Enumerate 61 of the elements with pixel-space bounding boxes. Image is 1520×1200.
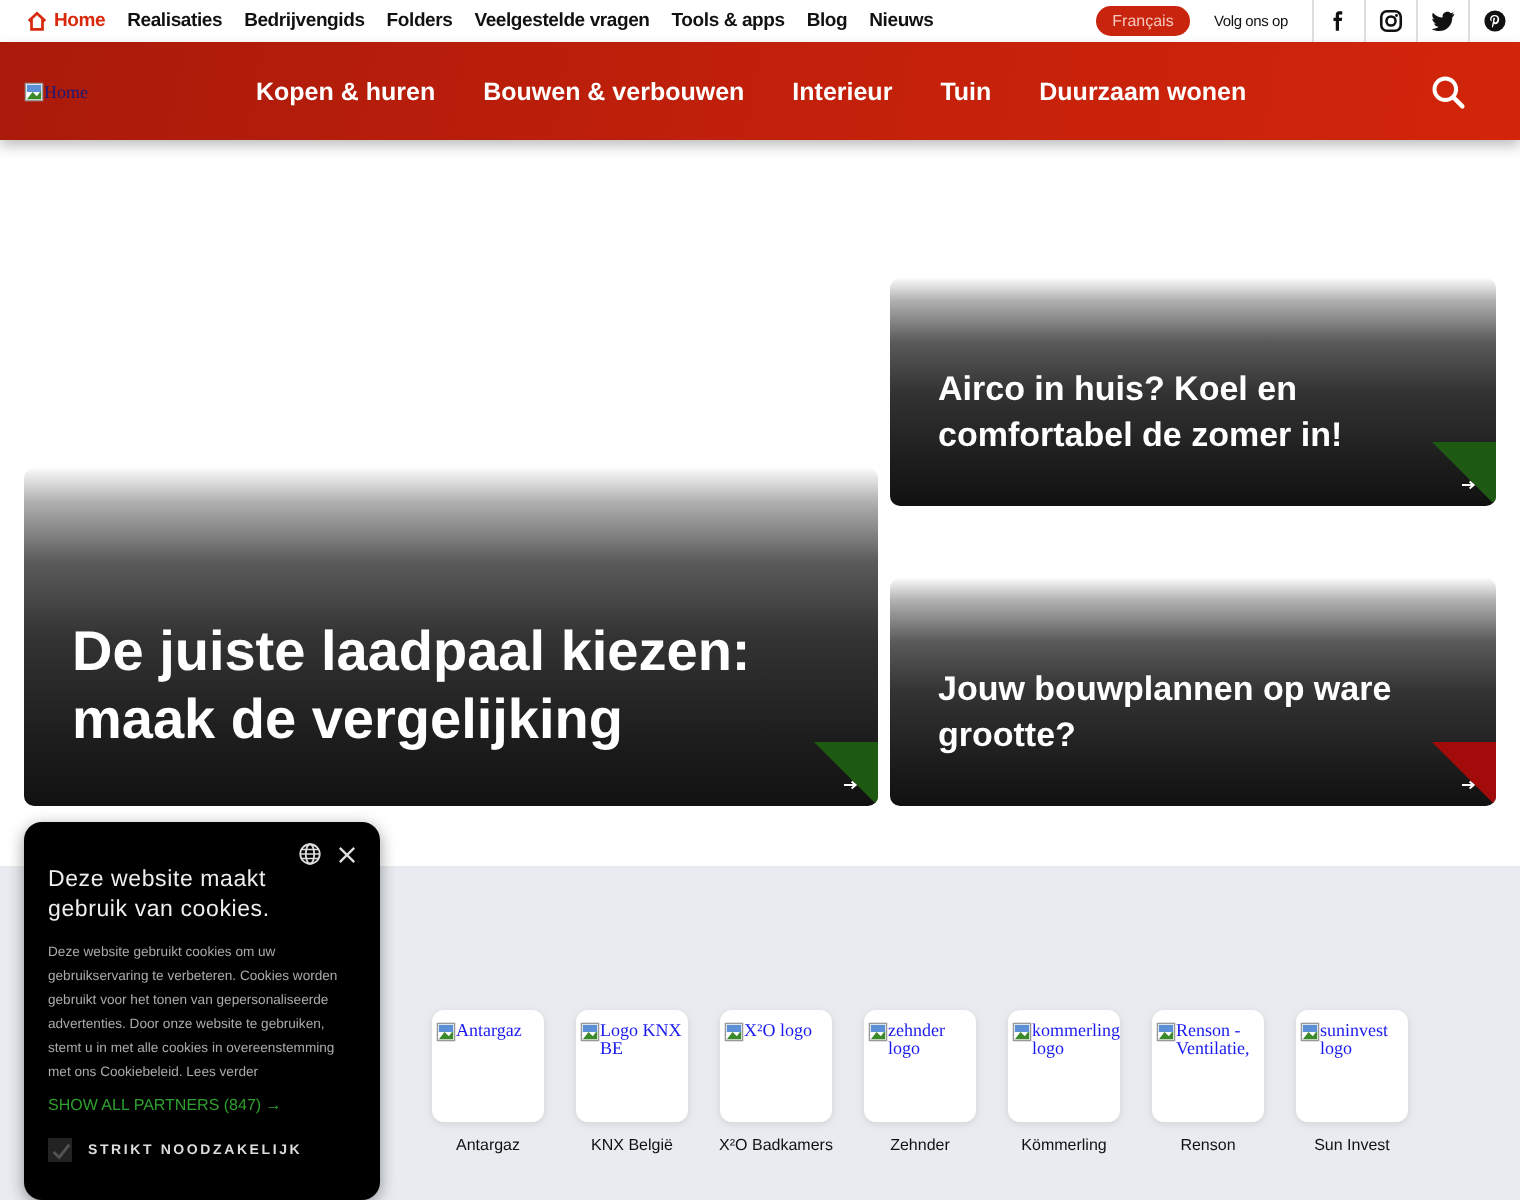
nav-link[interactable]: Realisaties [127, 10, 223, 32]
partner-tile[interactable]: Renson - Ventilatie, [1152, 1010, 1264, 1122]
partner-tile[interactable]: zehnder logo [864, 1010, 976, 1122]
language-button[interactable]: Français [1096, 6, 1190, 36]
partner-tile[interactable]: X²O logo [720, 1010, 832, 1122]
broken-image-icon [724, 1022, 744, 1042]
broken-image-icon [868, 1022, 888, 1042]
pinterest-icon[interactable] [1482, 8, 1508, 34]
partner-name: X²O Badkamers [719, 1136, 833, 1154]
broken-image-icon [24, 81, 44, 101]
nav-link[interactable]: Kopen & huren [256, 77, 436, 105]
broken-image-icon [580, 1022, 600, 1042]
arrow-icon [1462, 780, 1476, 790]
partner-name: Renson [1180, 1136, 1236, 1154]
broken-image-icon [1156, 1022, 1176, 1042]
partner-name: Antargaz [455, 1136, 521, 1154]
partner-tile[interactable]: kommerling logo [1008, 1010, 1120, 1122]
twitter-icon[interactable] [1430, 8, 1456, 34]
image-alt-text: suninvest logo [1320, 1022, 1391, 1058]
nav-link[interactable]: Tuin [940, 77, 992, 105]
partner-name: Sun Invest [1314, 1136, 1390, 1154]
article-card[interactable]: De juiste laadpaal kiezen: maak de vergelijking [24, 468, 878, 806]
instagram-icon[interactable] [1378, 8, 1404, 34]
broken-image-icon [436, 1022, 456, 1042]
nav-link[interactable]: Home [26, 10, 106, 32]
nav-link[interactable]: Nieuws [869, 10, 934, 32]
nav-link[interactable]: Tools & apps [671, 10, 785, 32]
cookie-title: Deze website maakt gebruik van cookies. [48, 866, 272, 926]
home-icon[interactable] [26, 10, 48, 32]
partner-name: Kömmerling [1021, 1136, 1107, 1154]
arrow-icon [1462, 480, 1476, 490]
broken-image-icon [1012, 1022, 1032, 1042]
nav-link[interactable]: Folders [386, 10, 453, 32]
arrow-icon [844, 780, 858, 790]
nav-link[interactable]: Duurzaam wonen [1039, 77, 1247, 105]
image-alt-text: X²O logo [744, 1022, 812, 1040]
image-alt-text: zehnder logo [888, 1022, 947, 1058]
nav-link[interactable]: Veelgestelde vragen [474, 10, 650, 32]
image-alt-text: kommerling logo [1032, 1022, 1120, 1058]
article-card[interactable]: Airco in huis? Koel en comfortabel de zomer in! [890, 278, 1496, 506]
nav-link[interactable]: Bedrijvengids [244, 10, 365, 32]
globe-icon[interactable] [298, 842, 322, 866]
image-alt-text: Logo KNX BE [600, 1022, 684, 1058]
partner-name: Zehnder [890, 1136, 950, 1154]
card-title: De juiste laadpaal kiezen: maak de vergelijking [72, 618, 753, 754]
broken-image-icon [1300, 1022, 1320, 1042]
nav-link[interactable]: Blog [806, 10, 848, 32]
close-icon[interactable] [338, 845, 356, 863]
partner-tile[interactable]: Logo KNX BE [576, 1010, 688, 1122]
search-icon[interactable] [1430, 73, 1466, 109]
image-alt-text: Antargaz [456, 1022, 522, 1040]
nav-link[interactable]: Interieur [792, 77, 893, 105]
partner-tile[interactable]: Antargaz [432, 1010, 544, 1122]
partners-link[interactable]: SHOW ALL PARTNERS (847) → [48, 1096, 356, 1114]
card-title: Airco in huis? Koel en comfortabel de zomer in! [938, 368, 1345, 458]
image-alt-text: Renson - Ventilatie, [1176, 1022, 1252, 1058]
article-card[interactable]: Jouw bouwplannen op ware grootte? [890, 578, 1496, 806]
partner-tile[interactable]: suninvest logo [1296, 1010, 1408, 1122]
nav-link[interactable]: Bouwen & verbouwen [483, 77, 745, 105]
partner-name: KNX België [591, 1136, 673, 1154]
card-title: Jouw bouwplannen op ware grootte? [938, 668, 1394, 758]
